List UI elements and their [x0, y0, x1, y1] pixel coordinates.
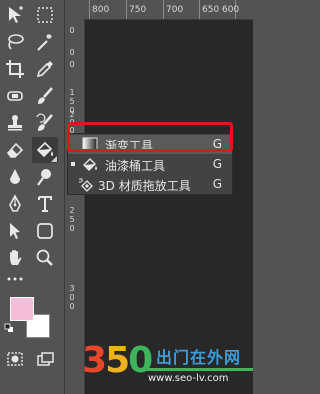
- flyout-item-paint-bucket[interactable]: 油漆桶工具 G: [68, 155, 232, 174]
- gradient-tool-icon[interactable]: [32, 137, 58, 163]
- watermark-bar: [142, 368, 253, 371]
- logo-digit: 3: [82, 340, 107, 381]
- current-tool-indicator: [71, 162, 75, 166]
- watermark-site-name: 出门在外网: [156, 348, 242, 367]
- ruler-tick: 0: [69, 302, 75, 311]
- flyout-item-label: 油漆桶工具: [105, 159, 166, 173]
- quick-mask-icon[interactable]: [2, 346, 28, 372]
- ruler-tick: 650: [202, 5, 220, 15]
- ruler-tick: 5: [69, 215, 75, 224]
- screen-mode-icon[interactable]: [32, 346, 58, 372]
- flyout-item-3d-material-drop[interactable]: 3D 材质拖放工具 G: [68, 175, 232, 194]
- type-tool-icon[interactable]: [32, 191, 58, 217]
- pen-tool-icon[interactable]: [2, 191, 28, 217]
- zoom-tool-icon[interactable]: [32, 245, 58, 271]
- ruler-tick: 0: [69, 26, 75, 35]
- more-tools-icon[interactable]: [2, 272, 28, 286]
- ruler-tick: 1: [69, 88, 75, 97]
- ruler-tick: 0: [69, 60, 75, 69]
- canvas-area[interactable]: [65, 0, 253, 394]
- ruler-tick: 0: [69, 48, 75, 57]
- tools-panel: [0, 0, 65, 394]
- horizontal-ruler: 800 750 700 650 600: [65, 0, 253, 20]
- ruler-tick: 3: [69, 284, 75, 293]
- logo-digit: 5: [105, 340, 130, 381]
- path-selection-tool-icon[interactable]: [2, 218, 28, 244]
- vertical-ruler: 0 0 0 1 5 0 2 0 0 2 5 0 3 0 0: [65, 19, 85, 394]
- ruler-tick: 5: [69, 97, 75, 106]
- blur-tool-icon[interactable]: [2, 164, 28, 190]
- shortcut-key: G: [212, 177, 222, 191]
- brush-tool-icon[interactable]: [32, 83, 58, 109]
- eyedropper-tool-icon[interactable]: [32, 56, 58, 82]
- hand-tool-icon[interactable]: [2, 245, 28, 271]
- foreground-color-swatch[interactable]: [10, 297, 34, 321]
- ruler-tick: 0: [69, 293, 75, 302]
- crop-tool-icon[interactable]: [2, 56, 28, 82]
- flyout-item-label: 3D 材质拖放工具: [98, 179, 191, 193]
- ruler-tick: 0: [69, 224, 75, 233]
- default-colors-icon[interactable]: [4, 323, 14, 333]
- 3d-material-drop-icon: [78, 177, 94, 192]
- history-brush-tool-icon[interactable]: [32, 110, 58, 136]
- eraser-tool-icon[interactable]: [2, 137, 28, 163]
- magic-wand-tool-icon[interactable]: [32, 29, 58, 55]
- ruler-tick: 800: [92, 5, 110, 15]
- ruler-tick: 750: [129, 5, 147, 15]
- dodge-tool-icon[interactable]: [32, 164, 58, 190]
- ruler-tick: 2: [69, 206, 75, 215]
- move-tool-icon[interactable]: [2, 2, 28, 28]
- annotation-highlight-box: [67, 122, 233, 152]
- marquee-tool-icon[interactable]: [32, 2, 58, 28]
- watermark-logo: 350: [82, 340, 153, 381]
- ruler-tick: 700: [166, 5, 184, 15]
- site-watermark: 350 出门在外网 www.seo-lv.com: [82, 340, 253, 394]
- shortcut-key: G: [212, 157, 222, 171]
- lasso-tool-icon[interactable]: [2, 29, 28, 55]
- paint-bucket-icon: [82, 157, 98, 172]
- rectangle-tool-icon[interactable]: [32, 218, 58, 244]
- healing-brush-tool-icon[interactable]: [2, 83, 28, 109]
- clone-stamp-tool-icon[interactable]: [2, 110, 28, 136]
- tool-group-indicator: [51, 156, 57, 162]
- watermark-url: www.seo-lv.com: [148, 373, 229, 384]
- ruler-tick: 600: [222, 5, 240, 15]
